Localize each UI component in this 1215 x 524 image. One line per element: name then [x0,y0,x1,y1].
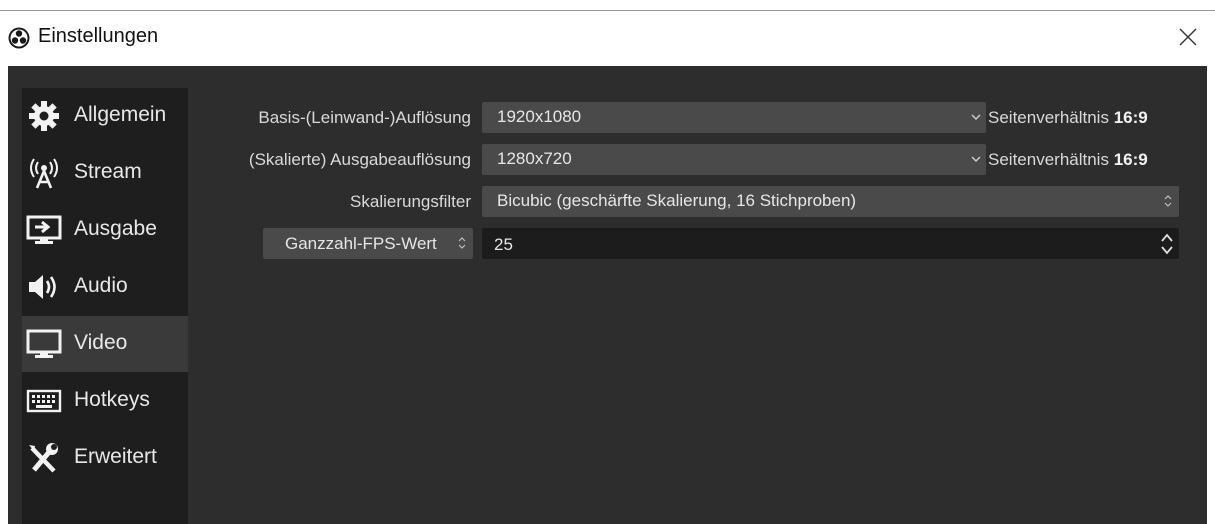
spinbox-arrows-icon[interactable] [1159,231,1175,257]
sidebar-item-allgemein[interactable]: Allgemein [22,88,188,144]
sidebar-item-stream[interactable]: Stream [22,145,188,201]
gear-icon [29,101,59,131]
output-resolution-combo[interactable]: 1280x720 [482,144,986,175]
aspect-ratio-value: 16:9 [1113,150,1148,169]
speaker-icon [29,275,56,299]
base-resolution-combo[interactable]: 1920x1080 [482,102,986,133]
sidebar-item-label: Hotkeys [74,388,150,411]
sidebar-item-audio[interactable]: Audio [22,259,188,315]
aspect-ratio-prefix: Seitenverhältnis [988,108,1109,127]
scale-filter-label: Skalierungsfilter [350,192,471,211]
output-resolution-label: (Skalierte) Ausgabeauflösung [248,150,471,169]
title-bar: Einstellungen [0,11,1215,66]
settings-sidebar: Allgemein Stream Ausgabe Audio Video Hot… [22,88,188,524]
updown-chevron-icon [1164,195,1172,207]
sidebar-item-label: Video [74,331,128,354]
broadcast-antenna-icon [30,158,58,189]
scale-filter-value: Bicubic (geschärfte Skalierung, 16 Stich… [497,191,857,210]
sidebar-item-erweitert[interactable]: Erweitert [22,430,188,486]
fps-value-input[interactable] [482,228,1136,261]
aspect-ratio-value: 16:9 [1113,108,1148,127]
sidebar-item-label: Ausgabe [74,217,157,240]
sidebar-item-label: Allgemein [74,103,167,126]
window-title: Einstellungen [38,25,159,47]
close-icon[interactable] [1175,24,1201,50]
settings-body: Allgemein Stream Ausgabe Audio Video Hot… [8,66,1207,524]
sidebar-item-hotkeys[interactable]: Hotkeys [22,373,188,429]
sidebar-item-label: Audio [74,274,128,297]
tools-icon [29,443,58,473]
updown-chevron-icon [458,237,466,249]
sidebar-item-video[interactable]: Video [22,316,188,372]
fps-value-spinbox[interactable] [482,228,1179,261]
sidebar-item-label: Erweitert [74,445,157,468]
settings-window: Einstellungen Allgemein Stream Ausgabe A… [0,0,1215,524]
keyboard-icon [26,389,62,413]
output-aspect-ratio: Seitenverhältnis 16:9 [988,150,1148,170]
sidebar-item-label: Stream [74,160,142,183]
base-resolution-value: 1920x1080 [497,107,582,126]
sidebar-item-ausgabe[interactable]: Ausgabe [22,202,188,258]
obs-logo-icon [8,27,30,49]
monitor-output-icon [26,215,62,244]
chevron-down-icon[interactable] [970,111,982,123]
fps-type-select[interactable]: Ganzzahl-FPS-Wert [263,228,473,259]
base-aspect-ratio: Seitenverhältnis 16:9 [988,108,1148,128]
chevron-down-icon[interactable] [970,153,982,165]
monitor-icon [26,329,62,358]
output-resolution-value: 1280x720 [497,149,572,168]
aspect-ratio-prefix: Seitenverhältnis [988,150,1109,169]
base-resolution-label: Basis-(Leinwand-)Auflösung [258,108,471,127]
scale-filter-select[interactable]: Bicubic (geschärfte Skalierung, 16 Stich… [482,186,1179,217]
fps-type-value: Ganzzahl-FPS-Wert [285,234,437,253]
